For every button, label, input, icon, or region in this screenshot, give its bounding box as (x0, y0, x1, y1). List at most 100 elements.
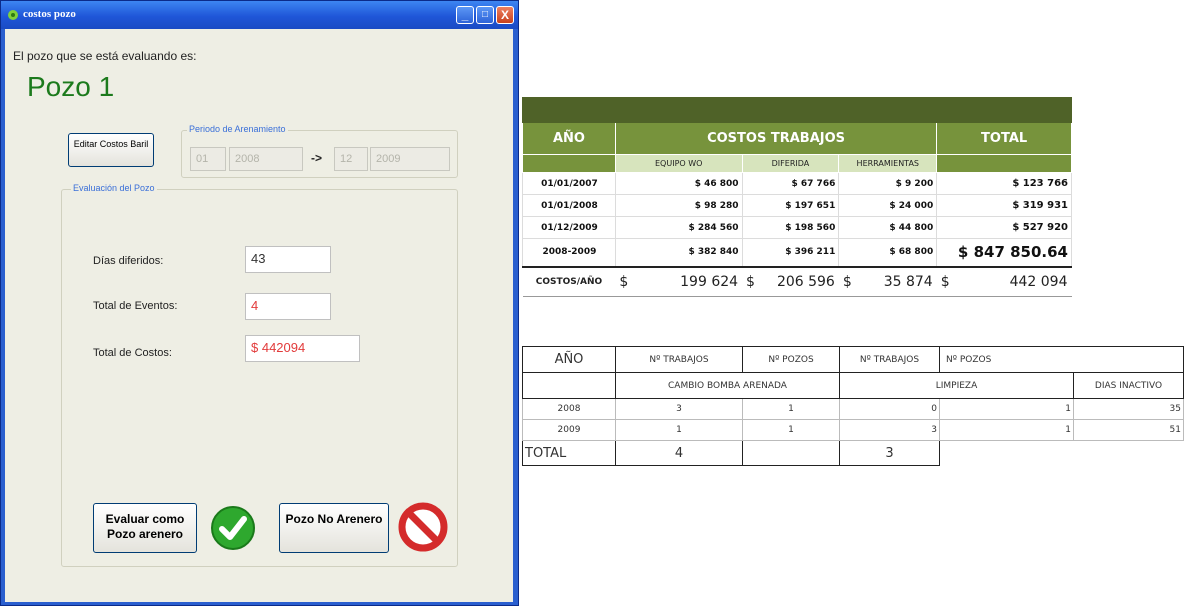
maximize-button[interactable]: □ (476, 6, 494, 24)
green-check-icon (211, 506, 255, 550)
window-title: costos pozo (23, 8, 76, 20)
evaluate-sand-well-button[interactable]: Evaluar como Pozo arenero (93, 503, 197, 553)
row-equipo: $ 284 560 (614, 216, 743, 239)
total-limpieza: 3 (839, 440, 940, 466)
period-end-month-field[interactable]: 12 (334, 147, 368, 171)
evaluating-label: El pozo que se está evaluando es: (13, 49, 197, 63)
period-arrow: -> (311, 151, 323, 165)
row-equipo: $ 46 800 (614, 172, 743, 195)
row-pozos: 1 (742, 398, 840, 420)
table-row: 2008 3 1 0 1 35 (522, 398, 1184, 420)
row-year: 2008 (522, 398, 616, 420)
row-diferida: $ 197 651 (741, 194, 840, 217)
row-total: $ 319 931 (936, 194, 1072, 217)
row-date: 01/12/2009 (522, 216, 616, 239)
edit-costs-button[interactable]: Editar Costos Baril (68, 133, 154, 167)
row-trabajos: 1 (615, 419, 743, 441)
subheader-equipo: EQUIPO WO (614, 154, 743, 173)
costs-per-year-total: $442 094 (936, 265, 1072, 297)
subheader-blank (936, 154, 1072, 173)
trabajos-header: Nº TRABAJOS (615, 346, 743, 373)
table-row: 01/01/2008 $ 98 280 $ 197 651 $ 24 000 $… (522, 194, 1072, 217)
total-blank (742, 440, 840, 466)
period-start-month-field[interactable]: 01 (190, 147, 226, 171)
pozos-header: Nº POZOS (939, 346, 1184, 373)
row-herramientas: $ 9 200 (838, 172, 938, 195)
total-costos-label: Total de Costos: (93, 347, 172, 359)
title-bar[interactable]: costos pozo _ □ X (1, 1, 518, 29)
row-total: $ 847 850.64 (936, 238, 1072, 267)
row-equipo: $ 98 280 (614, 194, 743, 217)
row-total: $ 123 766 (936, 172, 1072, 195)
row-trabajos: 0 (839, 398, 940, 420)
subheader-blank (522, 154, 616, 173)
costs-per-year-equipo: $199 624 (615, 265, 743, 297)
minimize-button[interactable]: _ (456, 6, 474, 24)
costs-per-year-label: COSTOS/AÑO (522, 265, 616, 297)
year-header: AÑO (522, 346, 616, 373)
table-row: 2009 1 1 3 1 51 (522, 419, 1184, 441)
subheader-herramientas: HERRAMIENTAS (838, 154, 938, 173)
total-costos-field[interactable]: $ 442094 (245, 335, 360, 362)
row-equipo: $ 382 840 (614, 238, 743, 267)
costs-table: AÑO COSTOS TRABAJOS TOTAL EQUIPO WO DIFE… (522, 97, 1072, 297)
evaluate-sand-well-label: Evaluar como Pozo arenero (105, 512, 185, 541)
costs-per-year-diferida: $206 596 (742, 265, 839, 297)
window-client-area: El pozo que se está evaluando es: Pozo 1… (5, 29, 513, 602)
close-button[interactable]: X (496, 6, 514, 24)
app-icon (8, 10, 18, 20)
row-total: $ 527 920 (936, 216, 1072, 239)
row-herramientas: $ 24 000 (838, 194, 938, 217)
not-sand-well-label: Pozo No Arenero (285, 512, 383, 526)
total-trabajos: 4 (615, 440, 743, 466)
row-dias-inactivo: 35 (1073, 398, 1184, 420)
year-header: AÑO (522, 122, 616, 155)
row-herramientas: $ 44 800 (838, 216, 938, 239)
total-eventos-field[interactable]: 4 (245, 293, 331, 320)
pozo-name: Pozo 1 (27, 71, 115, 102)
costs-per-year-herramientas: $35 874 (838, 265, 937, 297)
total-header: TOTAL (936, 122, 1072, 155)
trabajos-header: Nº TRABAJOS (839, 346, 940, 373)
row-year: 2009 (522, 419, 616, 441)
row-trabajos: 3 (615, 398, 743, 420)
not-sand-well-button[interactable]: Pozo No Arenero (279, 503, 389, 553)
evaluation-group-title: Evaluación del Pozo (71, 183, 157, 193)
costos-pozo-window: costos pozo _ □ X El pozo que se está ev… (0, 0, 519, 606)
empty-cell (940, 441, 1074, 466)
row-date: 2008-2009 (522, 238, 616, 267)
subheader-diferida: DIFERIDA (741, 154, 840, 173)
table-row: 2008-2009 $ 382 840 $ 396 211 $ 68 800 $… (522, 238, 1072, 267)
table-band (522, 97, 1072, 123)
row-pozos: 1 (939, 419, 1074, 441)
dias-diferidos-field[interactable]: 43 (245, 246, 331, 273)
period-start-year-field[interactable]: 2008 (229, 147, 303, 171)
row-diferida: $ 198 560 (741, 216, 840, 239)
empty-cell (1074, 441, 1184, 466)
total-row: TOTAL 4 3 (522, 440, 1184, 466)
row-pozos: 1 (742, 419, 840, 441)
dias-diferidos-label: Días diferidos: (93, 255, 164, 267)
row-diferida: $ 67 766 (741, 172, 840, 195)
limpieza-group: LIMPIEZA (839, 372, 1074, 399)
jobs-table: AÑO Nº TRABAJOS Nº POZOS Nº TRABAJOS Nº … (522, 346, 1184, 466)
costs-per-year-row: COSTOS/AÑO $199 624 $206 596 $35 874 $44… (522, 265, 1072, 297)
row-dias-inactivo: 51 (1073, 419, 1184, 441)
dias-inactivo-header: DIAS INACTIVO (1073, 372, 1184, 399)
total-eventos-label: Total de Eventos: (93, 300, 178, 312)
pozos-header: Nº POZOS (742, 346, 840, 373)
table-row: 01/01/2007 $ 46 800 $ 67 766 $ 9 200 $ 1… (522, 172, 1072, 195)
row-diferida: $ 396 211 (741, 238, 840, 267)
row-date: 01/01/2007 (522, 172, 616, 195)
cambio-bomba-group: CAMBIO BOMBA ARENADA (615, 372, 840, 399)
costs-header: COSTOS TRABAJOS (614, 122, 938, 155)
total-label: TOTAL (522, 440, 616, 466)
row-herramientas: $ 68 800 (838, 238, 938, 267)
blank-cell (522, 372, 616, 399)
period-group-title: Periodo de Arenamiento (187, 124, 288, 134)
row-pozos: 1 (939, 398, 1074, 420)
row-trabajos: 3 (839, 419, 940, 441)
period-end-year-field[interactable]: 2009 (370, 147, 450, 171)
prohibited-icon (398, 502, 448, 552)
row-date: 01/01/2008 (522, 194, 616, 217)
